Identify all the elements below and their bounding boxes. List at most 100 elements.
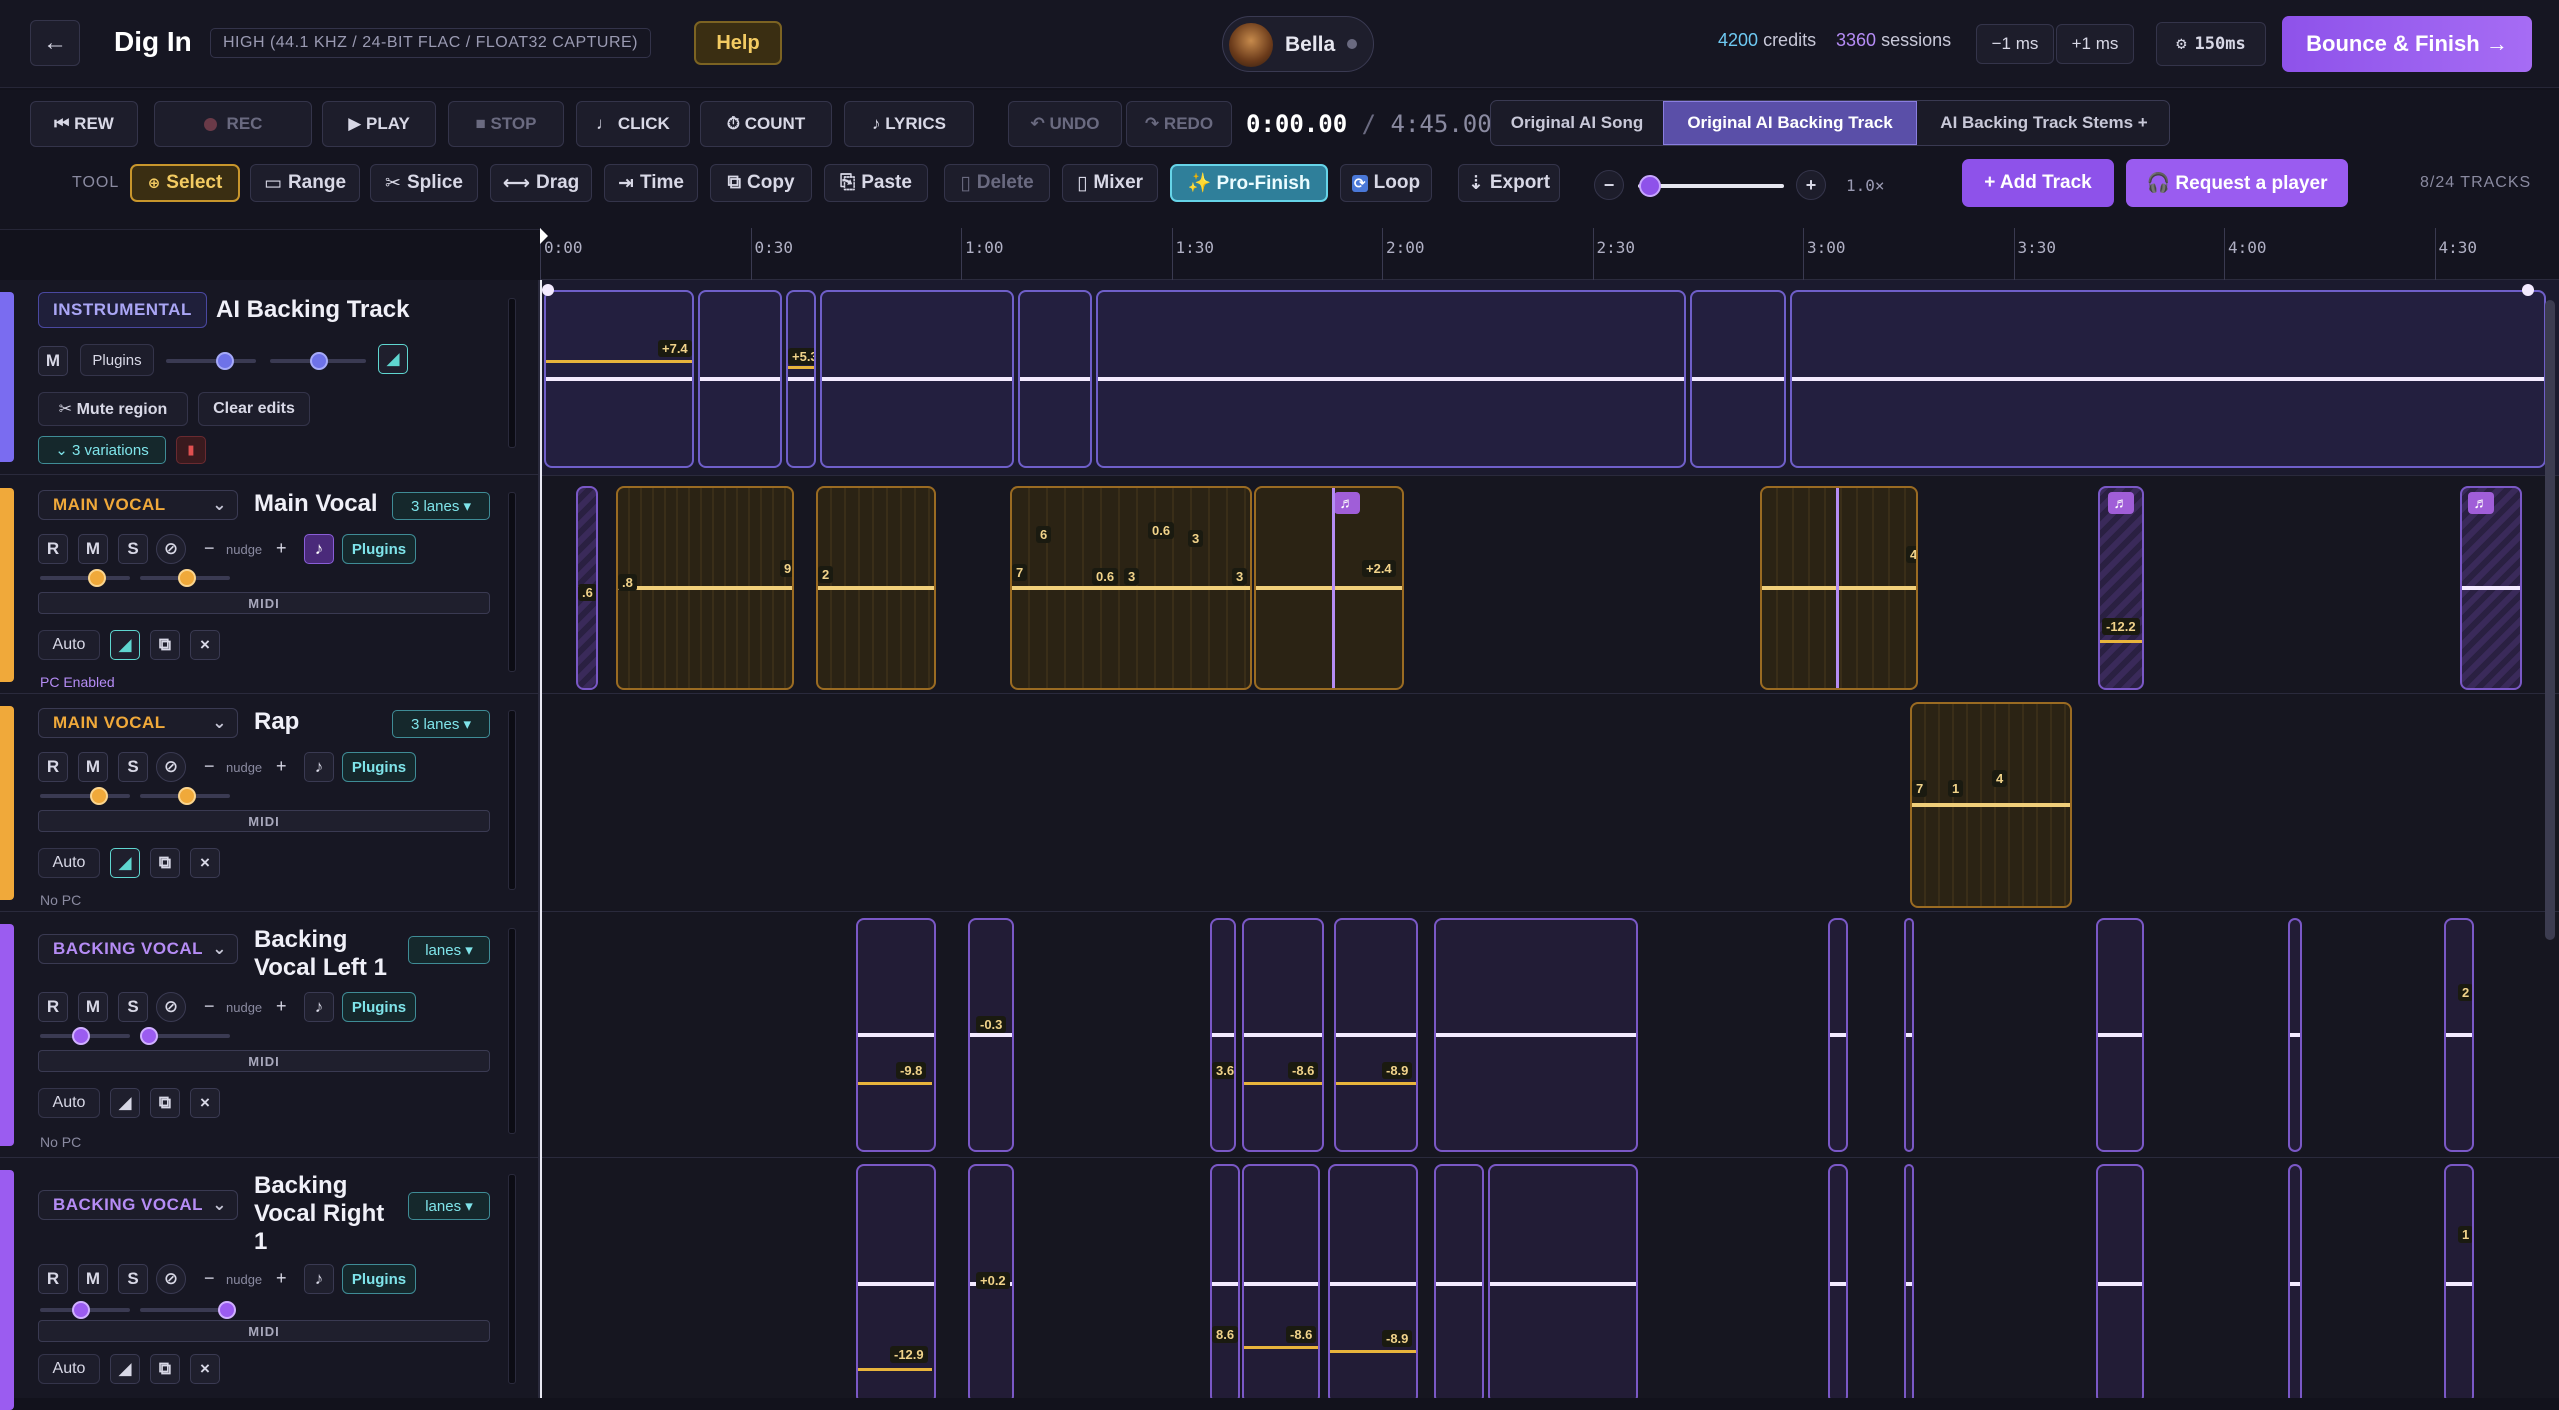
midi-button[interactable]: MIDI <box>38 592 490 614</box>
plugins-button[interactable]: Plugins <box>342 992 416 1022</box>
timeline-ruler[interactable]: 0:00 0:30 1:00 1:30 2:00 2:30 3:00 3:30 4:00 4:30 <box>540 228 2559 280</box>
audio-clip[interactable]: 8.6 <box>1210 1164 1240 1398</box>
latency-button[interactable]: ⚙ 150ms <box>2156 22 2266 66</box>
volume-knob[interactable] <box>88 569 106 587</box>
plugins-button[interactable]: Plugins <box>342 752 416 782</box>
nudge-minus[interactable]: − <box>204 996 215 1017</box>
volume-slider[interactable] <box>166 352 256 370</box>
auto-button[interactable]: Auto <box>38 630 100 660</box>
duplicate-icon[interactable]: ⧉ <box>150 848 180 878</box>
record-arm-button[interactable]: R <box>38 992 68 1022</box>
delete-button[interactable]: ▯ Delete <box>944 164 1050 202</box>
volume-knob[interactable] <box>90 787 108 805</box>
copy-button[interactable]: ⧉ Copy <box>710 164 812 202</box>
audio-clip[interactable]: 4 <box>1760 486 1918 690</box>
clear-edits-button[interactable]: Clear edits <box>198 392 310 426</box>
track-name[interactable]: Backing Vocal Right 1 <box>254 1172 384 1256</box>
auto-button[interactable]: Auto <box>38 1088 100 1118</box>
midi-button[interactable]: MIDI <box>38 1320 490 1342</box>
vertical-scrollbar[interactable] <box>2545 300 2555 940</box>
record-arm-button[interactable]: R <box>38 534 68 564</box>
audio-clip[interactable] <box>1790 290 2546 468</box>
pan-knob[interactable] <box>178 569 196 587</box>
audio-clip[interactable] <box>1096 290 1686 468</box>
back-button[interactable]: ← <box>30 20 80 66</box>
rec-button[interactable]: REC <box>154 101 312 147</box>
mute-button[interactable]: M <box>78 752 108 782</box>
audio-clip[interactable]: 2 <box>816 486 936 690</box>
audio-clip[interactable]: .8 9 <box>616 486 794 690</box>
audio-clip[interactable] <box>1904 918 1914 1152</box>
audio-clip[interactable]: 3.6 <box>1210 918 1236 1152</box>
pan-knob[interactable] <box>178 787 196 805</box>
pro-finish-button[interactable]: ✨ Pro-Finish <box>1170 164 1328 202</box>
duplicate-icon[interactable]: ⧉ <box>150 1354 180 1384</box>
phase-icon[interactable]: ⊘ <box>156 752 186 782</box>
audio-clip[interactable]: .6 <box>576 486 598 690</box>
close-icon[interactable]: × <box>190 848 220 878</box>
paste-button[interactable]: ⎘ Paste <box>824 164 928 202</box>
automation-icon[interactable]: ◢ <box>110 1354 140 1384</box>
audio-clip[interactable] <box>1690 290 1786 468</box>
phase-icon[interactable]: ⊘ <box>156 992 186 1022</box>
volume-knob[interactable] <box>216 352 234 370</box>
audio-clip[interactable]: -12.9 <box>856 1164 936 1398</box>
audio-clip[interactable]: +7.4 <box>544 290 694 468</box>
close-icon[interactable]: × <box>190 1088 220 1118</box>
pan-slider[interactable] <box>270 352 366 370</box>
add-track-button[interactable]: + Add Track <box>1962 159 2114 207</box>
volume-slider[interactable] <box>40 569 130 587</box>
loop-button[interactable]: ⟳ Loop <box>1340 164 1432 202</box>
tab-original-ai-backing-track[interactable]: Original AI Backing Track <box>1663 101 1917 145</box>
volume-slider[interactable] <box>40 1301 130 1319</box>
request-player-button[interactable]: 🎧 Request a player <box>2126 159 2348 207</box>
lanes-dropdown[interactable]: lanes ▾ <box>408 936 490 964</box>
track-tag-dropdown[interactable]: MAIN VOCAL ⌄ <box>38 708 238 738</box>
user-chip[interactable]: Bella <box>1222 16 1374 72</box>
pitch-note-icon[interactable]: ♪ <box>304 534 334 564</box>
audio-clip[interactable] <box>1904 1164 1914 1398</box>
nudge-minus[interactable]: − <box>204 538 215 559</box>
bounce-finish-button[interactable]: Bounce & Finish → <box>2282 16 2532 72</box>
audio-clip[interactable]: 2 <box>2444 918 2474 1152</box>
solo-button[interactable]: S <box>118 752 148 782</box>
pan-slider[interactable] <box>140 787 230 805</box>
auto-button[interactable]: Auto <box>38 848 100 878</box>
plugins-button[interactable]: Plugins <box>342 1264 416 1294</box>
mixer-button[interactable]: ▯ Mixer <box>1062 164 1158 202</box>
auto-button[interactable]: Auto <box>38 1354 100 1384</box>
zoom-in-button[interactable]: + <box>1796 170 1826 200</box>
midi-button[interactable]: MIDI <box>38 810 490 832</box>
duplicate-icon[interactable]: ⧉ <box>150 1088 180 1118</box>
automation-icon[interactable]: ◢ <box>110 848 140 878</box>
rew-button[interactable]: ⏮ REW <box>30 101 138 147</box>
audio-clip[interactable]: ♬ +2.4 <box>1254 486 1404 690</box>
phase-icon[interactable]: ⊘ <box>156 534 186 564</box>
variations-button[interactable]: ⌄ 3 variations <box>38 436 166 464</box>
audio-clip[interactable]: ♬ <box>2460 486 2522 690</box>
lanes-dropdown[interactable]: lanes ▾ <box>408 1192 490 1220</box>
click-button[interactable]: ♩ CLICK <box>576 101 690 147</box>
pan-slider[interactable] <box>140 569 230 587</box>
mute-button[interactable]: M <box>78 534 108 564</box>
lane-main-vocal[interactable]: .6 .8 9 2 6 0.6 3 0.6 3 7 3 ♬ +2.4 4 ♬ -12.2 ♬ <box>542 476 2559 694</box>
lane-backing-vocal-left-1[interactable]: -9.8 -0.3 3.6 -8.6 -8.9 2 <box>542 912 2559 1158</box>
audio-clip[interactable] <box>1434 1164 1484 1398</box>
nudge-minus[interactable]: − <box>204 1268 215 1289</box>
stop-button[interactable]: ■ STOP <box>448 101 564 147</box>
mute-button[interactable]: M <box>78 992 108 1022</box>
volume-slider[interactable] <box>40 787 130 805</box>
zoom-slider-knob[interactable] <box>1638 175 1661 197</box>
audio-clip[interactable]: +5.3 <box>786 290 816 468</box>
mute-button[interactable]: M <box>38 346 68 376</box>
drag-tool-button[interactable]: ⟷ Drag <box>490 164 592 202</box>
automation-icon[interactable]: ◢ <box>110 630 140 660</box>
audio-clip[interactable]: 7 1 4 <box>1910 702 2072 908</box>
pan-knob[interactable] <box>140 1027 158 1045</box>
nudge-plus[interactable]: + <box>276 996 287 1017</box>
volume-knob[interactable] <box>72 1027 90 1045</box>
phase-icon[interactable]: ⊘ <box>156 1264 186 1294</box>
audio-clip[interactable] <box>1434 918 1638 1152</box>
track-name[interactable]: Main Vocal <box>254 490 378 518</box>
track-tag-dropdown[interactable]: BACKING VOCAL ⌄ <box>38 1190 238 1220</box>
